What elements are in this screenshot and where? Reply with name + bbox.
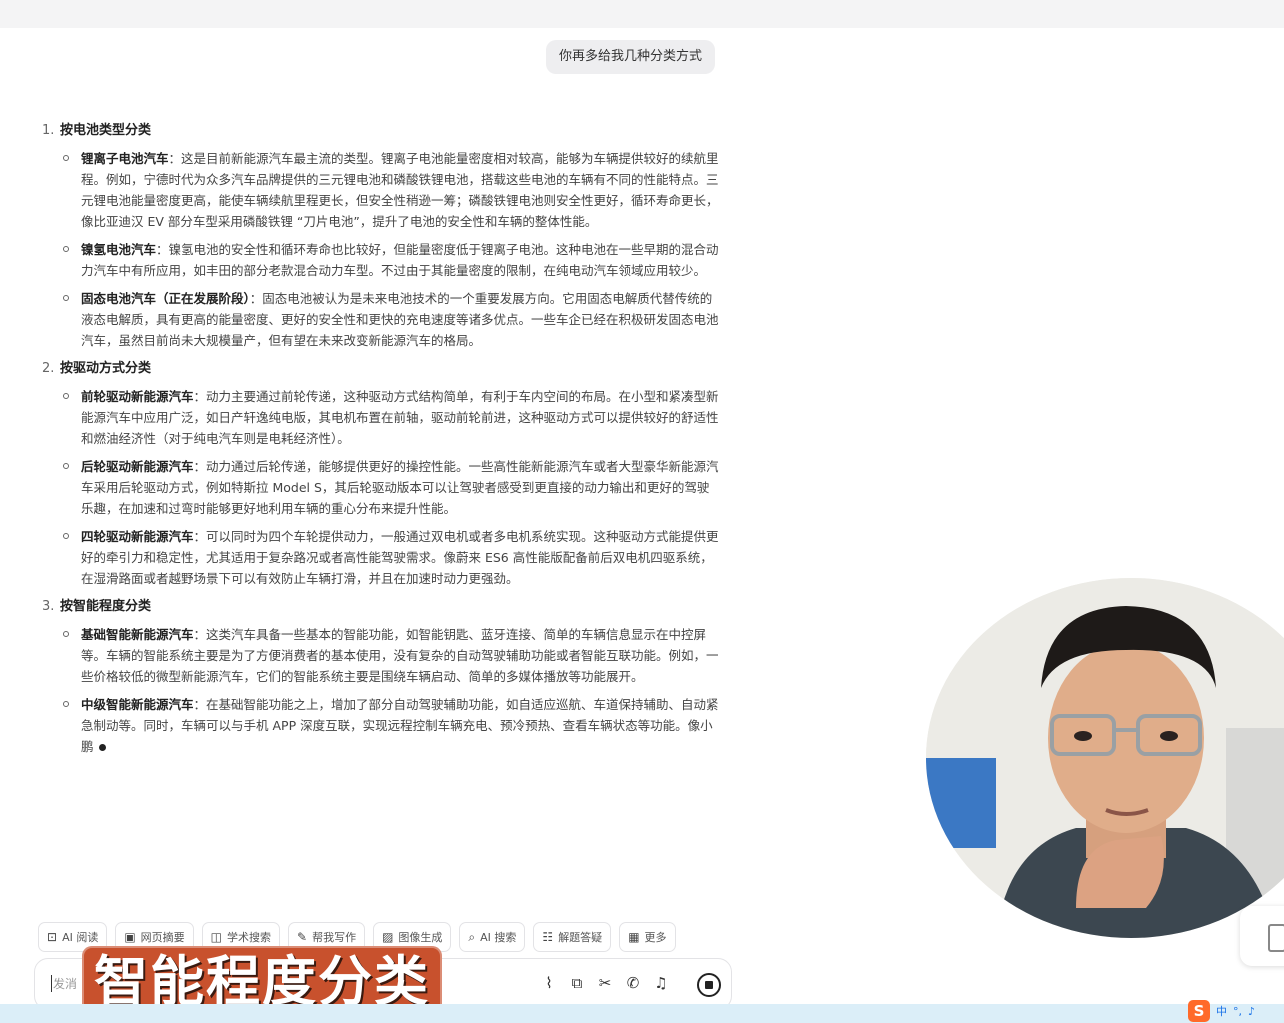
section-title-text: 按电池类型分类 bbox=[60, 123, 152, 138]
section-number: 3. bbox=[42, 599, 55, 614]
list-item: 前轮驱动新能源汽车：动力主要通过前轮传递，这种驱动方式结构简单，有利于车内空间的… bbox=[40, 386, 720, 449]
section-title: 3. 按智能程度分类 bbox=[40, 596, 720, 618]
academic-search-icon: ◫ bbox=[210, 930, 223, 944]
item-term: 锂离子电池汽车 bbox=[81, 151, 169, 166]
list-item: 固态电池汽车（正在发展阶段）：固态电池被认为是未来电池技术的一个重要发展方向。它… bbox=[40, 288, 720, 351]
list-item: 中级智能新能源汽车：在基础智能功能之上，增加了部分自动驾驶辅助功能，如自适应巡航… bbox=[40, 694, 720, 757]
tool-label: 学术搜索 bbox=[227, 931, 272, 944]
section-title-text: 按驱动方式分类 bbox=[60, 361, 152, 376]
bullet-icon bbox=[63, 155, 69, 161]
input-caret bbox=[51, 975, 52, 992]
input-actions: ⌇ ⧉ ✂ ✆ ♫ bbox=[541, 972, 669, 994]
item-term: 中级智能新能源汽车 bbox=[81, 697, 194, 712]
side-panel-button[interactable] bbox=[1240, 906, 1284, 966]
item-text: ：镍氢电池的安全性和循环寿命也比较好，但能量密度低于锂离子电池。这种电池在一些早… bbox=[81, 242, 719, 278]
tool-label: 更多 bbox=[644, 931, 667, 944]
tool-label: AI 搜索 bbox=[480, 931, 517, 944]
item-term: 前轮驱动新能源汽车 bbox=[81, 389, 194, 404]
ime-mode[interactable]: 中 bbox=[1216, 1003, 1227, 1019]
section-number: 2. bbox=[42, 361, 55, 376]
list-item: 基础智能新能源汽车：这类汽车具备一些基本的智能功能，如智能钥匙、蓝牙连接、简单的… bbox=[40, 624, 720, 687]
web-summary-icon: ▣ bbox=[124, 930, 136, 944]
section-title: 2. 按驱动方式分类 bbox=[40, 358, 720, 380]
list-item: 四轮驱动新能源汽车：可以同时为四个车轮提供动力，一般通过双电机或者多电机系统实现… bbox=[40, 526, 720, 589]
item-term: 镍氢电池汽车 bbox=[81, 242, 157, 257]
item-term: 后轮驱动新能源汽车 bbox=[81, 459, 194, 474]
section-title: 1. 按电池类型分类 bbox=[40, 120, 720, 142]
tool-label: 解题答疑 bbox=[558, 931, 603, 944]
taskbar-strip bbox=[0, 1004, 1284, 1023]
bullet-icon bbox=[63, 246, 69, 252]
stop-generation-button[interactable] bbox=[697, 973, 721, 997]
tool-button[interactable]: ⌕ AI 搜索 bbox=[459, 922, 526, 952]
system-tray: S 中 °, ♪ bbox=[1188, 1000, 1255, 1022]
section-title-text: 按智能程度分类 bbox=[60, 599, 152, 614]
list-item: 锂离子电池汽车：这是目前新能源汽车最主流的类型。锂离子电池能量密度相对较高，能够… bbox=[40, 148, 720, 232]
bullet-icon bbox=[63, 533, 69, 539]
tool-label: 图像生成 bbox=[398, 931, 443, 944]
solve-icon: ☷ bbox=[542, 930, 554, 944]
punct-mode[interactable]: °, bbox=[1233, 1005, 1242, 1018]
item-text: ：这是目前新能源汽车最主流的类型。锂离子电池能量密度相对较高，能够为车辆提供较好… bbox=[81, 151, 719, 229]
item-term: 基础智能新能源汽车 bbox=[81, 627, 194, 642]
scissors-icon[interactable]: ✂ bbox=[597, 972, 613, 994]
attach-icon[interactable]: ⌇ bbox=[541, 972, 557, 994]
writing-icon: ✎ bbox=[297, 930, 308, 944]
user-message-bubble: 你再多给我几种分类方式 bbox=[546, 40, 716, 74]
more-icon: ▦ bbox=[628, 930, 640, 944]
tool-label: 帮我写作 bbox=[312, 931, 357, 944]
microphone-icon[interactable]: ♫ bbox=[653, 972, 669, 994]
tool-label: 网页摘要 bbox=[140, 931, 185, 944]
tool-button[interactable]: ☷ 解题答疑 bbox=[533, 922, 612, 952]
bullet-icon bbox=[63, 295, 69, 301]
presenter-video bbox=[926, 578, 1284, 938]
section-number: 1. bbox=[42, 123, 55, 138]
image-gen-icon: ▨ bbox=[382, 930, 394, 944]
tool-label: AI 阅读 bbox=[62, 931, 99, 944]
assistant-response: 1. 按电池类型分类锂离子电池汽车：这是目前新能源汽车最主流的类型。锂离子电池能量… bbox=[40, 120, 720, 764]
list-item: 镍氢电池汽车：镍氢电池的安全性和循环寿命也比较好，但能量密度低于锂离子电池。这种… bbox=[40, 239, 720, 281]
sogou-ime-icon[interactable]: S bbox=[1188, 1000, 1210, 1022]
chat-input[interactable]: 发消 bbox=[53, 975, 77, 992]
webcam-overlay bbox=[926, 578, 1284, 938]
item-term: 固态电池汽车（正在发展阶段） bbox=[81, 291, 250, 306]
bullet-icon bbox=[63, 463, 69, 469]
screenshot-icon[interactable]: ⧉ bbox=[569, 972, 585, 994]
tool-button[interactable]: ▦ 更多 bbox=[619, 922, 676, 952]
list-item: 后轮驱动新能源汽车：动力通过后轮传递，能够提供更好的操控性能。一些高性能新能源汽… bbox=[40, 456, 720, 519]
top-bar bbox=[0, 0, 1284, 28]
bullet-icon bbox=[63, 701, 69, 707]
ai-read-icon: ⊡ bbox=[47, 930, 58, 944]
bullet-icon bbox=[63, 393, 69, 399]
typing-indicator bbox=[98, 744, 106, 751]
mic-tray-icon[interactable]: ♪ bbox=[1248, 1005, 1255, 1018]
phone-icon[interactable]: ✆ bbox=[625, 972, 641, 994]
bullet-icon bbox=[63, 631, 69, 637]
ai-search-icon: ⌕ bbox=[468, 929, 476, 944]
item-term: 四轮驱动新能源汽车 bbox=[81, 529, 194, 544]
